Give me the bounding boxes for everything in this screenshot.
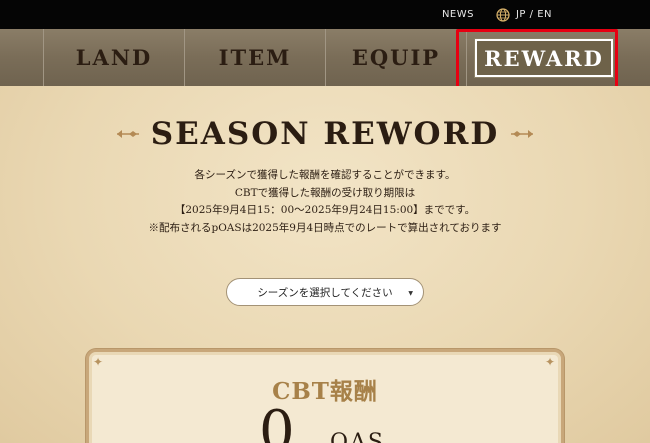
reward-card-value: 0 [259,399,295,443]
left-arrow-ornament-icon [116,130,139,138]
reward-description: 各シーズンで獲得した報酬を確認することができます。 CBTで獲得した報酬の受け取… [0,167,650,237]
page-title: SEASON REWORD [150,116,500,152]
desc-line: 各シーズンで獲得した報酬を確認することができます。 [194,169,456,181]
desc-line: 【2025年9月4日15：00～2025年9月24日15:00】までです。 [174,204,476,216]
nav-item-label: ITEM [218,45,292,70]
nav-item-reward[interactable]: REWARD [466,29,650,86]
desc-line: ※配布されるpOASは2025年9月4日時点でのレートで算出されております [148,221,502,234]
reward-card-unit: OAS [330,430,385,443]
nav-item-reward-active: REWARD [474,38,614,78]
dropdown-arrow-icon: ▼ [408,290,413,297]
nav-item-land[interactable]: LAND [43,29,184,86]
language-switcher[interactable]: JP / EN [496,7,552,22]
top-bar: NEWS JP / EN [0,0,650,29]
nav-item-label: LAND [75,45,153,70]
globe-icon [496,7,510,22]
nav-item-item[interactable]: ITEM [184,29,325,86]
season-select-label: シーズンを選択してください [257,286,393,299]
nav-item-equip[interactable]: EQUIP [325,29,466,86]
right-arrow-ornament-icon [511,130,534,138]
main-nav: LAND ITEM EQUIP REWARD [0,29,650,86]
title-row: SEASON REWORD [0,114,650,154]
language-label: JP / EN [515,9,552,20]
season-select[interactable]: シーズンを選択してください ▼ [226,278,424,306]
news-link[interactable]: NEWS [442,9,474,20]
corner-ornament-icon: ✦ [545,355,556,369]
nav-item-label: EQUIP [351,45,441,70]
nav-item-label: REWARD [484,45,604,71]
corner-ornament-icon: ✦ [93,355,104,369]
desc-line: CBTで獲得した報酬の受け取り期限は [234,186,416,199]
reward-card-title: CBT報酬 [272,378,378,405]
